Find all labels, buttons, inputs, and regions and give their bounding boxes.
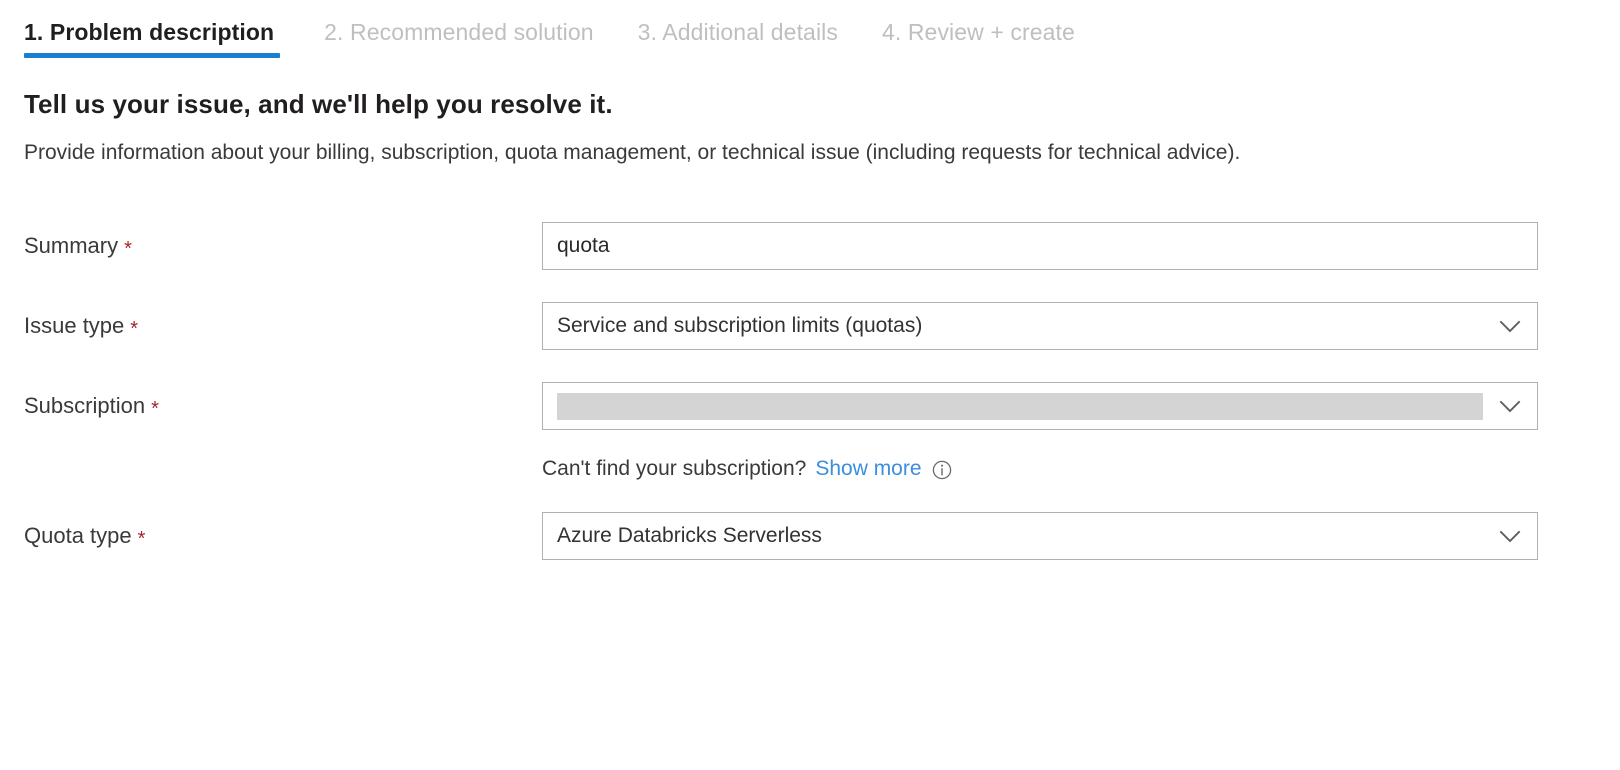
chevron-down-icon xyxy=(1497,523,1523,549)
tab-label: 4. Review + create xyxy=(882,19,1075,45)
tab-label: 2. Recommended solution xyxy=(324,19,594,45)
required-asterisk: * xyxy=(130,318,138,340)
issue-type-selected-value: Service and subscription limits (quotas) xyxy=(557,313,922,339)
issue-type-label: Issue type * xyxy=(24,312,542,341)
subscription-label: Subscription * xyxy=(24,392,542,421)
required-asterisk: * xyxy=(151,398,159,420)
issue-type-label-text: Issue type xyxy=(24,313,124,338)
tab-problem-description[interactable]: 1. Problem description xyxy=(24,18,308,58)
problem-description-form: Summary * quota Issue type * Service and s… xyxy=(24,220,1596,562)
summary-input[interactable]: quota xyxy=(542,222,1538,270)
issue-type-select[interactable]: Service and subscription limits (quotas) xyxy=(542,302,1538,350)
subscription-helper: Can't find your subscription? Show more xyxy=(542,455,953,483)
support-request-problem-description-page: 1. Problem description 2. Recommended so… xyxy=(0,0,1620,770)
subscription-selected-value-redacted xyxy=(557,393,1483,420)
required-asterisk: * xyxy=(124,238,132,260)
wizard-step-tabs: 1. Problem description 2. Recommended so… xyxy=(24,0,1596,58)
quota-type-label-text: Quota type xyxy=(24,523,132,548)
form-row-subscription-helper: Can't find your subscription? Show more xyxy=(24,452,1596,486)
required-asterisk: * xyxy=(138,528,146,550)
summary-label: Summary * xyxy=(24,232,542,261)
page-title: Tell us your issue, and we'll help you r… xyxy=(24,88,1596,120)
chevron-down-icon xyxy=(1497,393,1523,419)
tab-review-create[interactable]: 4. Review + create xyxy=(866,18,1103,58)
quota-type-selected-value: Azure Databricks Serverless xyxy=(557,523,822,549)
form-row-summary: Summary * quota xyxy=(24,220,1596,272)
form-row-subscription: Subscription * xyxy=(24,380,1596,432)
tab-label: 3. Additional details xyxy=(638,19,838,45)
tab-recommended-solution[interactable]: 2. Recommended solution xyxy=(308,18,622,58)
form-row-issue-type: Issue type * Service and subscription lim… xyxy=(24,300,1596,352)
subscription-label-text: Subscription xyxy=(24,393,145,418)
page-description: Provide information about your billing, … xyxy=(24,136,1524,170)
quota-type-label: Quota type * xyxy=(24,522,542,551)
show-more-link[interactable]: Show more xyxy=(815,455,921,483)
subscription-helper-text: Can't find your subscription? xyxy=(542,455,806,483)
chevron-down-icon xyxy=(1497,313,1523,339)
info-circle-icon[interactable] xyxy=(931,459,953,481)
summary-input-value: quota xyxy=(557,233,610,259)
form-row-quota-type: Quota type * Azure Databricks Serverless xyxy=(24,510,1596,562)
summary-label-text: Summary xyxy=(24,233,118,258)
quota-type-select[interactable]: Azure Databricks Serverless xyxy=(542,512,1538,560)
tab-additional-details[interactable]: 3. Additional details xyxy=(622,18,866,58)
subscription-select[interactable] xyxy=(542,382,1538,430)
tab-label: 1. Problem description xyxy=(24,19,274,45)
